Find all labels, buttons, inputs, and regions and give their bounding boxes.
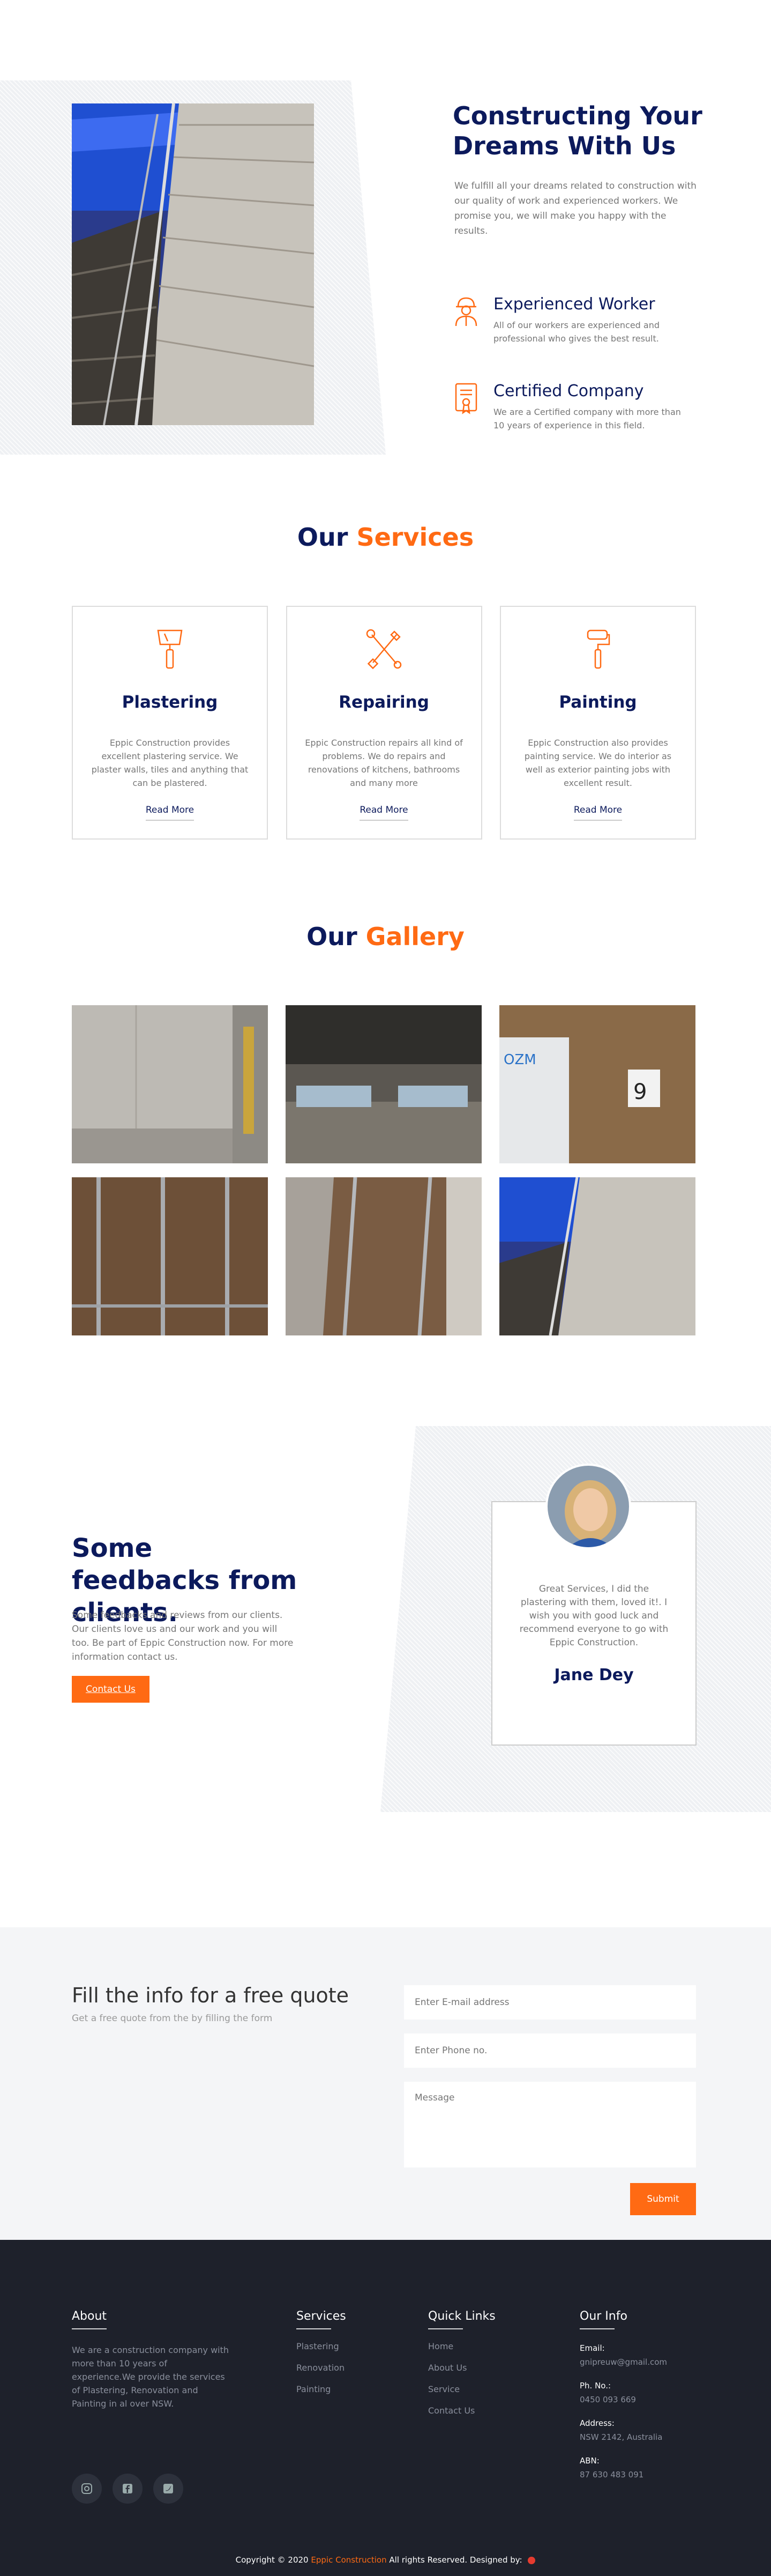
info-label: Ph. No.: bbox=[580, 2381, 611, 2391]
gallery-image-5[interactable] bbox=[286, 1177, 482, 1335]
info-value: 0450 093 669 bbox=[580, 2395, 636, 2404]
designer-logo-icon[interactable] bbox=[528, 2556, 536, 2564]
footer-link-home[interactable]: Home bbox=[428, 2341, 496, 2351]
footer-service-link[interactable]: Renovation bbox=[296, 2363, 346, 2373]
read-more-link[interactable]: Read More bbox=[573, 805, 623, 821]
gallery-image-3[interactable]: OZM 9 bbox=[499, 1005, 695, 1163]
feature-title: Experienced Worker bbox=[493, 295, 655, 314]
service-text: Eppic Construction also provides paintin… bbox=[524, 738, 672, 788]
info-value: 87 630 483 091 bbox=[580, 2470, 644, 2480]
svg-text:OZM: OZM bbox=[504, 1052, 536, 1068]
footer-info: Our Info Email: gnipreuw@gmail.com Ph. N… bbox=[580, 2310, 667, 2480]
feature-experienced-worker: Experienced Worker All of our workers ar… bbox=[453, 295, 710, 345]
footer-links-title: Quick Links bbox=[428, 2310, 496, 2323]
service-title: Painting bbox=[559, 693, 637, 712]
footer-service-link[interactable]: Painting bbox=[296, 2384, 346, 2394]
feature-certified-company: Certified Company We are a Certified com… bbox=[453, 382, 710, 432]
gallery-image-2[interactable] bbox=[286, 1005, 482, 1163]
info-label: ABN: bbox=[580, 2456, 600, 2466]
worker-icon bbox=[453, 295, 480, 327]
info-value: gnipreuw@gmail.com bbox=[580, 2357, 668, 2367]
email-field[interactable] bbox=[404, 1985, 696, 2020]
svg-text:9: 9 bbox=[633, 1080, 647, 1104]
social-links bbox=[72, 2474, 183, 2504]
services-section: Our Services Plastering Eppic Constructi… bbox=[0, 456, 771, 890]
feature-text: We are a Certified company with more tha… bbox=[493, 407, 681, 430]
hero-photo-scaffolding bbox=[72, 103, 314, 425]
twitter-icon[interactable] bbox=[153, 2474, 183, 2504]
feedback-description: Some feedbacks and reviews from our clie… bbox=[72, 1610, 294, 1662]
footer-about: About We are a construction company with… bbox=[72, 2310, 233, 2410]
service-card-painting: Painting Eppic Construction also provide… bbox=[500, 606, 696, 840]
gallery-title: Our Gallery bbox=[306, 922, 465, 951]
info-value: NSW 2142, Australia bbox=[580, 2432, 663, 2442]
footer: About We are a construction company with… bbox=[0, 2240, 771, 2576]
info-label: Email: bbox=[580, 2343, 605, 2353]
hero-section: Constructing Your Dreams With Us We fulf… bbox=[0, 0, 771, 456]
footer-link-service[interactable]: Service bbox=[428, 2384, 496, 2394]
footer-service-link[interactable]: Plastering bbox=[296, 2341, 346, 2351]
quote-title: Fill the info for a free quote bbox=[72, 1984, 349, 2007]
footer-services: Services Plastering Renovation Painting bbox=[296, 2310, 346, 2406]
gallery-section: Our Gallery OZM 9 bbox=[0, 890, 771, 1426]
brand-link[interactable]: Eppic Construction bbox=[311, 2555, 386, 2565]
read-more-link[interactable]: Read More bbox=[360, 805, 408, 821]
service-text: Eppic Construction provides excellent pl… bbox=[91, 738, 249, 788]
quote-section: Fill the info for a free quote Get a fre… bbox=[0, 1927, 771, 2240]
testimonial-author: Jane Dey bbox=[554, 1666, 634, 1684]
services-title: Our Services bbox=[297, 523, 474, 552]
read-more-link[interactable]: Read More bbox=[145, 805, 194, 821]
gallery-image-1[interactable] bbox=[72, 1005, 268, 1163]
tools-icon bbox=[365, 628, 403, 671]
service-card-plastering: Plastering Eppic Construction provides e… bbox=[72, 606, 268, 840]
footer-info-title: Our Info bbox=[580, 2310, 627, 2323]
service-text: Eppic Construction repairs all kind of p… bbox=[305, 738, 463, 788]
footer-quick-links: Quick Links Home About Us Service Contac… bbox=[428, 2310, 496, 2427]
service-card-repairing: Repairing Eppic Construction repairs all… bbox=[286, 606, 482, 840]
footer-link-contact[interactable]: Contact Us bbox=[428, 2406, 496, 2416]
certificate-icon bbox=[453, 382, 480, 414]
footer-about-text: We are a construction company with more … bbox=[72, 2345, 229, 2409]
footer-services-title: Services bbox=[296, 2310, 346, 2323]
gallery-image-6[interactable] bbox=[499, 1177, 695, 1335]
putty-knife-icon bbox=[154, 628, 186, 671]
hero-title: Constructing Your Dreams With Us bbox=[453, 101, 702, 160]
feedback-section: Some feedbacks from clients. Some feedba… bbox=[0, 1426, 771, 1927]
gallery-image-4[interactable] bbox=[72, 1177, 268, 1335]
facebook-icon[interactable] bbox=[113, 2474, 143, 2504]
avatar bbox=[545, 1464, 631, 1549]
service-title: Repairing bbox=[339, 693, 429, 712]
contact-us-button[interactable]: Contact Us bbox=[72, 1676, 149, 1703]
message-field[interactable] bbox=[404, 2082, 696, 2167]
feature-title: Certified Company bbox=[493, 382, 644, 400]
service-title: Plastering bbox=[122, 693, 218, 712]
phone-field[interactable] bbox=[404, 2033, 696, 2068]
instagram-icon[interactable] bbox=[72, 2474, 102, 2504]
footer-link-about[interactable]: About Us bbox=[428, 2363, 496, 2373]
hero-description: We fulfill all your dreams related to co… bbox=[454, 181, 697, 236]
info-label: Address: bbox=[580, 2418, 615, 2428]
testimonial-quote: Great Services, I did the plastering wit… bbox=[519, 1584, 669, 1648]
footer-about-title: About bbox=[72, 2310, 107, 2323]
copyright-text: Copyright © 2020 Eppic Construction All … bbox=[0, 2555, 771, 2565]
feature-text: All of our workers are experienced and p… bbox=[493, 320, 660, 344]
submit-button[interactable]: Submit bbox=[630, 2183, 696, 2215]
quote-subtitle: Get a free quote from the by filling the… bbox=[72, 2013, 273, 2024]
paint-roller-icon bbox=[585, 628, 611, 671]
